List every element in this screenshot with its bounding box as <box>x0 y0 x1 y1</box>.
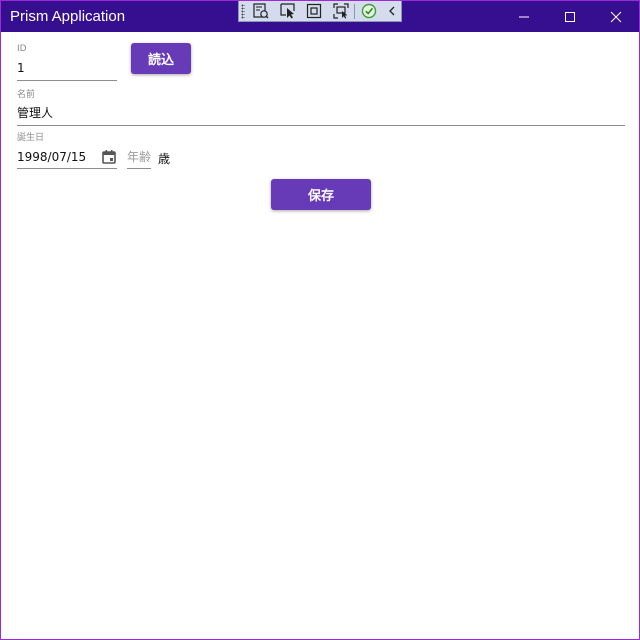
birthdate-input-underline <box>17 168 117 169</box>
close-button[interactable] <box>593 1 639 32</box>
id-input-underline <box>17 80 117 81</box>
minimize-icon <box>519 16 529 17</box>
birthdate-input[interactable]: 1998/07/15 <box>17 150 86 165</box>
name-input-underline <box>17 125 625 126</box>
select-element-icon[interactable] <box>278 2 298 20</box>
binding-check-icon[interactable] <box>359 2 379 20</box>
toolbar-separator <box>354 4 355 19</box>
debug-toolbar <box>238 1 402 22</box>
save-button[interactable]: 保存 <box>271 179 371 210</box>
live-visual-tree-icon[interactable] <box>251 2 271 20</box>
maximize-button[interactable] <box>547 1 593 32</box>
app-window: Prism Application ID 1 読込 名前 管理人 誕生日 199… <box>0 0 640 640</box>
birthdate-label: 誕生日 <box>17 133 45 143</box>
collapse-toolbar-icon[interactable] <box>382 2 402 20</box>
close-icon <box>610 11 622 22</box>
window-title: Prism Application <box>10 8 126 25</box>
calendar-icon[interactable] <box>101 149 117 165</box>
track-focus-icon[interactable] <box>331 2 351 20</box>
load-button[interactable]: 読込 <box>131 43 191 74</box>
id-label: ID <box>17 44 27 54</box>
age-unit-label: 歳 <box>158 152 171 166</box>
age-input-underline <box>127 168 151 169</box>
display-layout-adorners-icon[interactable] <box>304 2 324 20</box>
name-label: 名前 <box>17 90 36 100</box>
maximize-icon <box>565 11 575 22</box>
name-input[interactable]: 管理人 <box>17 106 53 121</box>
toolbar-grip-icon[interactable] <box>241 4 245 19</box>
age-input[interactable]: 年齢 <box>127 150 151 165</box>
title-bar[interactable]: Prism Application <box>1 1 639 32</box>
id-input[interactable]: 1 <box>17 61 25 76</box>
minimize-button[interactable] <box>501 1 547 32</box>
